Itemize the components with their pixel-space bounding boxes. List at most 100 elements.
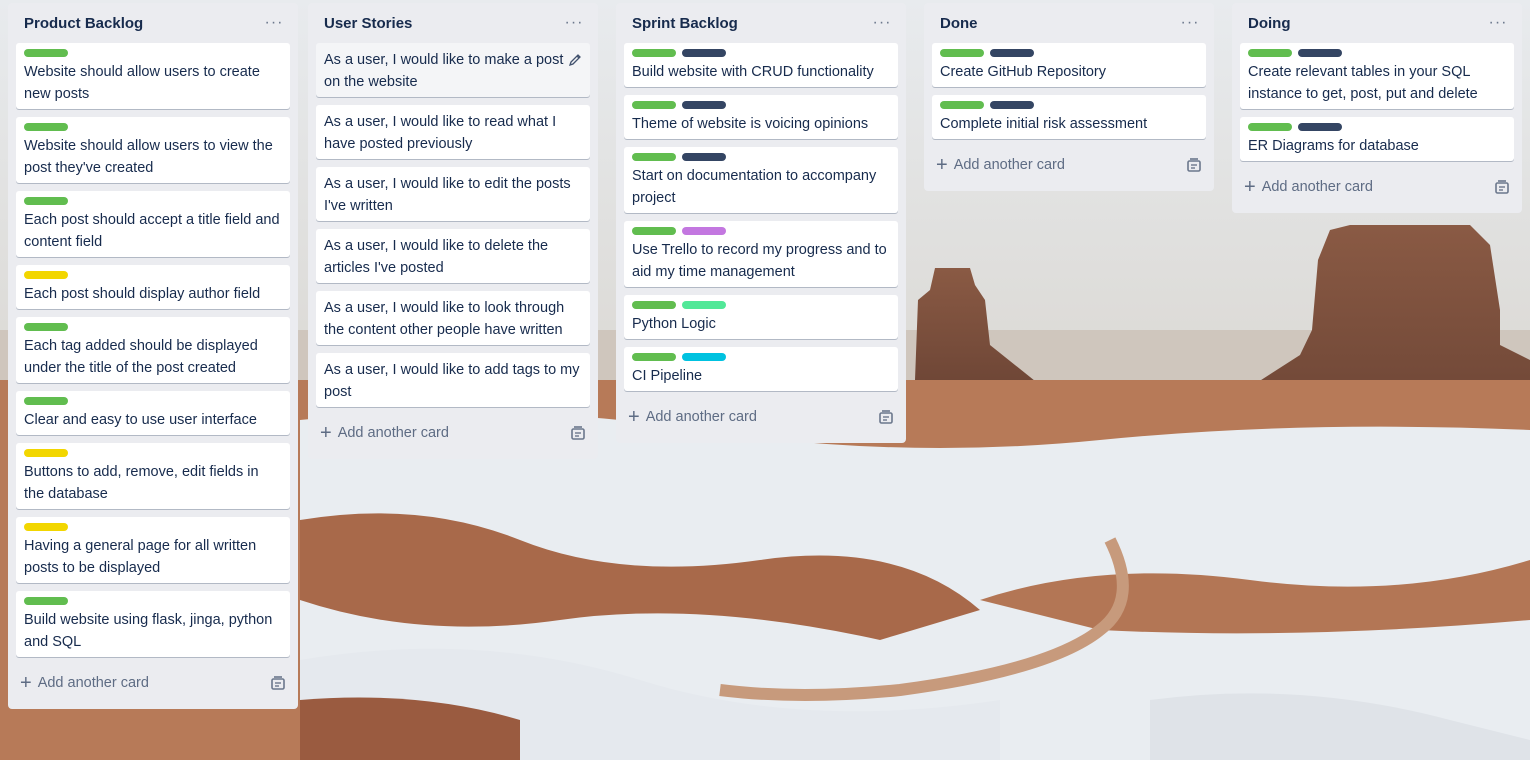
card[interactable]: Theme of website is voicing opinions <box>624 95 898 139</box>
label-navy[interactable] <box>682 49 726 57</box>
list-header[interactable]: User Stories ··· <box>316 3 590 43</box>
card[interactable]: Each post should display author field <box>16 265 290 309</box>
add-card-label: Add another card <box>37 675 149 691</box>
card-template-icon[interactable] <box>1494 179 1510 195</box>
list-header[interactable]: Done ··· <box>932 3 1206 43</box>
card[interactable]: Complete initial risk assessment <box>932 95 1206 139</box>
card[interactable]: Website should allow users to view the p… <box>16 117 290 183</box>
card[interactable]: Website should allow users to create new… <box>16 43 290 109</box>
list-header[interactable]: Sprint Backlog ··· <box>624 3 898 43</box>
add-card-button[interactable]: + Add another card <box>320 423 449 443</box>
add-card-row: + Add another card <box>16 665 290 701</box>
card-title: Create GitHub Repository <box>940 64 1107 80</box>
card[interactable]: Python Logic <box>624 295 898 339</box>
label-green[interactable] <box>632 227 676 235</box>
list-title[interactable]: Done <box>940 15 978 32</box>
label-green[interactable] <box>632 101 676 109</box>
label-green[interactable] <box>1248 123 1292 131</box>
card-template-icon[interactable] <box>1186 157 1202 173</box>
card[interactable]: Create GitHub Repository <box>932 43 1206 87</box>
label-green[interactable] <box>632 353 676 361</box>
card[interactable]: Having a general page for all written po… <box>16 517 290 583</box>
add-card-button[interactable]: + Add another card <box>936 155 1065 175</box>
add-card-row: + Add another card <box>316 415 590 451</box>
label-green[interactable] <box>24 123 68 131</box>
label-green[interactable] <box>24 323 68 331</box>
label-yellow[interactable] <box>24 271 68 279</box>
list-header[interactable]: Product Backlog ··· <box>16 3 290 43</box>
card[interactable]: Use Trello to record my progress and to … <box>624 221 898 287</box>
list-menu-icon[interactable]: ··· <box>1176 9 1204 37</box>
label-green[interactable] <box>1248 49 1292 57</box>
add-card-label: Add another card <box>337 425 449 441</box>
label-navy[interactable] <box>990 101 1034 109</box>
card-template-icon[interactable] <box>878 409 894 425</box>
list-menu-icon[interactable]: ··· <box>560 9 588 37</box>
card-title: Build website with CRUD functionality <box>632 64 874 80</box>
add-card-label: Add another card <box>953 157 1065 173</box>
card[interactable]: Build website using flask, jinga, python… <box>16 591 290 657</box>
card-title: Each tag added should be displayed under… <box>24 338 258 376</box>
list-title[interactable]: Doing <box>1248 15 1291 32</box>
card-list: Create GitHub Repository Complete initial… <box>932 43 1206 139</box>
label-green[interactable] <box>632 153 676 161</box>
card[interactable]: As a user, I would like to look through … <box>316 291 590 345</box>
label-green[interactable] <box>24 397 68 405</box>
label-sky[interactable] <box>682 353 726 361</box>
label-yellow[interactable] <box>24 449 68 457</box>
card[interactable]: Buttons to add, remove, edit fields in t… <box>16 443 290 509</box>
list-title[interactable]: Sprint Backlog <box>632 15 738 32</box>
card[interactable]: As a user, I would like to add tags to m… <box>316 353 590 407</box>
edit-pencil-icon[interactable] <box>568 53 582 67</box>
card-title: Buttons to add, remove, edit fields in t… <box>24 464 259 502</box>
card[interactable]: As a user, I would like to edit the post… <box>316 167 590 221</box>
add-card-button[interactable]: + Add another card <box>1244 177 1373 197</box>
card[interactable]: Create relevant tables in your SQL insta… <box>1240 43 1514 109</box>
list-menu-icon[interactable]: ··· <box>260 9 288 37</box>
label-green[interactable] <box>940 49 984 57</box>
label-green[interactable] <box>632 301 676 309</box>
list-title[interactable]: Product Backlog <box>24 15 143 32</box>
label-green[interactable] <box>24 197 68 205</box>
card[interactable]: ER Diagrams for database <box>1240 117 1514 161</box>
label-green[interactable] <box>24 597 68 605</box>
card-title: Python Logic <box>632 316 716 332</box>
card-template-icon[interactable] <box>570 425 586 441</box>
list-menu-icon[interactable]: ··· <box>868 9 896 37</box>
list-title[interactable]: User Stories <box>324 15 412 32</box>
card-title: ER Diagrams for database <box>1248 138 1419 154</box>
card-title: As a user, I would like to read what I h… <box>324 114 557 152</box>
list-header[interactable]: Doing ··· <box>1240 3 1514 43</box>
card-title: As a user, I would like to make a post o… <box>324 52 564 90</box>
card-labels <box>632 101 890 109</box>
label-navy[interactable] <box>1298 49 1342 57</box>
label-navy[interactable] <box>990 49 1034 57</box>
label-lime[interactable] <box>682 301 726 309</box>
card[interactable]: As a user, I would like to read what I h… <box>316 105 590 159</box>
card-labels <box>24 323 282 331</box>
card[interactable]: As a user, I would like to delete the ar… <box>316 229 590 283</box>
label-green[interactable] <box>632 49 676 57</box>
label-green[interactable] <box>940 101 984 109</box>
label-navy[interactable] <box>682 153 726 161</box>
label-green[interactable] <box>24 49 68 57</box>
list-menu-icon[interactable]: ··· <box>1484 9 1512 37</box>
label-yellow[interactable] <box>24 523 68 531</box>
card[interactable]: As a user, I would like to make a post o… <box>316 43 590 97</box>
card-template-icon[interactable] <box>270 675 286 691</box>
card[interactable]: Each tag added should be displayed under… <box>16 317 290 383</box>
card-labels <box>24 49 282 57</box>
card[interactable]: Start on documentation to accompany proj… <box>624 147 898 213</box>
card-title: Complete initial risk assessment <box>940 116 1148 132</box>
card[interactable]: Each post should accept a title field an… <box>16 191 290 257</box>
label-purple[interactable] <box>682 227 726 235</box>
add-card-button[interactable]: + Add another card <box>628 407 757 427</box>
card-title: Use Trello to record my progress and to … <box>632 242 887 280</box>
card[interactable]: Clear and easy to use user interface <box>16 391 290 435</box>
add-card-button[interactable]: + Add another card <box>20 673 149 693</box>
label-navy[interactable] <box>1298 123 1342 131</box>
list-done: Done ··· Create GitHub Repository Complet… <box>924 3 1214 191</box>
card[interactable]: Build website with CRUD functionality <box>624 43 898 87</box>
label-navy[interactable] <box>682 101 726 109</box>
card[interactable]: CI Pipeline <box>624 347 898 391</box>
